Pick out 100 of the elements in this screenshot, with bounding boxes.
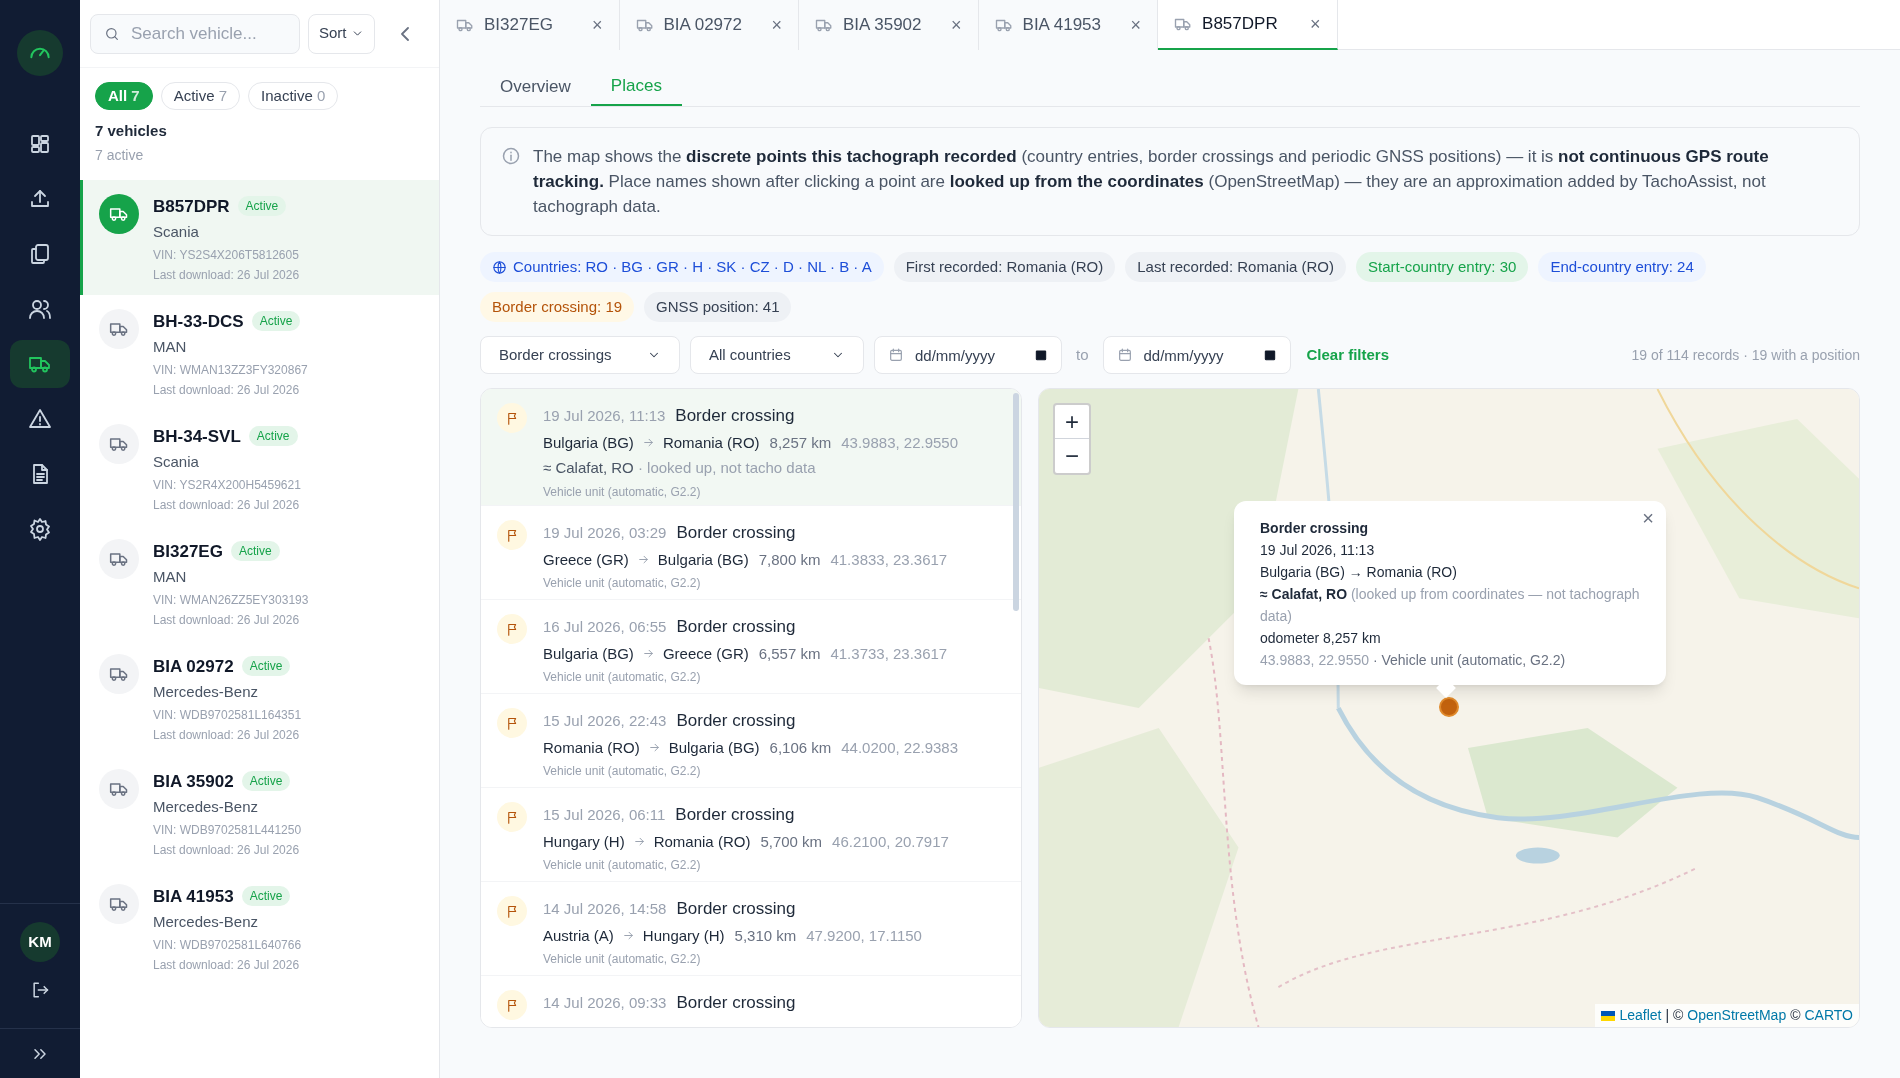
zoom-in-button[interactable]: +: [1055, 405, 1089, 439]
vehicle-list-item[interactable]: BH-34-SVL Active Scania VIN: YS2R4X200H5459621 Last download: 26 Jul 2026: [80, 409, 439, 525]
odometer: 7,800 km: [758, 549, 821, 570]
dropdown[interactable]: All countries: [690, 336, 864, 374]
vehicle-make: Scania: [153, 452, 200, 472]
info-text: The map shows the discrete points this tachograph recorded (country entries, border crossings and periodic GNSS positions) — it is not continuous GPS route tracking. Place names shown after clicking a point are looked up from the coordinates (OpenStreetMap) — they are an approximation added by TachoAssist, not tachograph data.: [533, 146, 1770, 218]
country-from: Romania (RO): [543, 737, 640, 758]
calendar-icon[interactable]: [1034, 348, 1048, 362]
vehicle-plate: B857DPR: [153, 195, 230, 218]
section-tab[interactable]: Overview: [480, 68, 591, 106]
vehicle-vin: VIN: WDB9702581L640766: [153, 936, 302, 954]
popup-time: 19 Jul 2026, 11:13: [1260, 541, 1376, 560]
last-download: Last download: 26 Jul 2026: [153, 496, 301, 514]
close-icon[interactable]: ×: [771, 11, 783, 39]
vehicle-list-item[interactable]: BI327EG Active MAN VIN: WMAN26ZZ5EY303193 Last download: 26 Jul 2026: [80, 524, 439, 640]
vehicle-plate: BI327EG: [153, 540, 223, 563]
vehicle-tab[interactable]: B857DPR ×: [1158, 0, 1338, 50]
event-time: 14 Jul 2026, 09:33: [543, 993, 667, 1013]
vehicle-list-item[interactable]: BIA 41953 Active Mercedes-Benz VIN: WDB9702581L640766 Last download: 26 Jul 2026: [80, 869, 439, 985]
coordinates: 46.2100, 20.7917: [832, 831, 949, 852]
close-icon[interactable]: ×: [951, 11, 962, 39]
vehicle-plate: BIA 41953: [153, 885, 234, 908]
flag-icon: [497, 802, 527, 832]
popup-place: ≈ Calafat, RO (looked up from coordinates — not tachograph data): [1260, 585, 1640, 626]
country-from: Bulgaria (BG): [543, 432, 634, 453]
attribution-link[interactable]: Leaflet: [1619, 1005, 1662, 1026]
event-time: 14 Jul 2026, 14:58: [543, 899, 667, 919]
summary-chip: GNSS position: 41: [644, 292, 792, 322]
calendar-icon[interactable]: [1262, 348, 1277, 362]
vehicle-plate: BIA 02972: [153, 655, 234, 678]
close-icon[interactable]: ×: [592, 11, 603, 39]
sort-button[interactable]: Sort: [308, 13, 375, 54]
odometer: 5,310 km: [734, 925, 797, 946]
close-icon[interactable]: ×: [1130, 11, 1142, 39]
dropdown[interactable]: Border crossings: [480, 336, 680, 374]
vehicle-tab[interactable]: BIA 41953 ×: [978, 0, 1159, 50]
scrollbar[interactable]: [1013, 393, 1019, 611]
user-avatar[interactable]: KM: [20, 922, 60, 962]
status-badge: Active: [237, 196, 287, 217]
summary-chip: Start-country entry: 30: [1355, 252, 1529, 282]
event-source: Vehicle unit (automatic, G2.2): [543, 951, 702, 968]
event-source: Vehicle unit (automatic, G2.2): [543, 857, 702, 874]
last-download: Last download: 26 Jul 2026: [153, 611, 301, 629]
close-button[interactable]: ×: [1642, 507, 1654, 529]
event-row[interactable]: 19 Jul 2026, 11:13 Border crossing Bulgaria (BG) Romania (RO) 8,257 km 43.9883, 22.9550 ≈ Calafat, RO · looked up, not tacho data Vehicle unit (automatic, G2.2): [481, 389, 1021, 506]
last-download: Last download: 26 Jul 2026: [153, 266, 300, 284]
attribution-link[interactable]: OpenStreetMap: [1687, 1005, 1787, 1026]
event-source: Vehicle unit (automatic, G2.2): [543, 575, 702, 592]
summary-chip: Countries: RO · BG · GR · H · SK · CZ · D · NL · B · A: [480, 252, 884, 282]
summary-chip: End-country entry: 24: [1538, 252, 1706, 282]
status-badge: Active: [248, 426, 298, 447]
country-from: Hungary (H): [543, 831, 625, 852]
filter-pill[interactable]: Inactive 0: [248, 82, 339, 110]
vehicle-list-item[interactable]: B857DPR Active Scania VIN: YS2S4X206T5812605 Last download: 26 Jul 2026: [80, 179, 439, 295]
flag-icon: [497, 403, 527, 433]
country-to: Hungary (H): [642, 925, 725, 946]
vehicle-list-item[interactable]: BIA 02972 Active Mercedes-Benz VIN: WDB9702581L164351 Last download: 26 Jul 2026: [80, 639, 439, 755]
vehicle-plate: BIA 35902: [153, 770, 234, 793]
event-time: 15 Jul 2026, 06:11: [543, 805, 666, 825]
event-title: Border crossing: [676, 898, 796, 920]
records-count: 19 of 114 records · 19 with a position: [1631, 345, 1860, 365]
search-field[interactable]: Search vehicle...: [90, 13, 300, 54]
coordinates: 47.9200, 17.1150: [806, 925, 922, 946]
vehicle-plate: BH-34-SVL: [153, 425, 241, 448]
popup-coordinates: 43.9883, 22.9550 · Vehicle unit (automatic, G2.2): [1260, 651, 1567, 670]
date-field[interactable]: dd/mm/yyyy: [874, 336, 1062, 374]
vehicle-list-item[interactable]: BIA 35902 Active Mercedes-Benz VIN: WDB9702581L441250 Last download: 26 Jul 2026: [80, 754, 439, 870]
flag-icon: [497, 896, 527, 926]
country-to: Bulgaria (BG): [657, 549, 749, 570]
status-badge: Active: [230, 541, 280, 562]
globe-icon: [492, 259, 507, 275]
zoom-out-button[interactable]: −: [1055, 439, 1089, 473]
attribution-text: | ©: [1665, 1006, 1684, 1025]
nav-item[interactable]: [10, 340, 70, 388]
logout-button[interactable]: [30, 980, 50, 1000]
vehicle-list-item[interactable]: BH-33-DCS Active MAN VIN: WMAN13ZZ3FY320867 Last download: 26 Jul 2026: [80, 294, 439, 410]
warning-icon: [28, 407, 52, 431]
coordinates: 43.9883, 22.9550: [841, 432, 959, 453]
place-name: ≈ Calafat, RO · looked up, not tacho data: [543, 458, 817, 478]
vehicle-tab[interactable]: BI327EG ×: [440, 0, 620, 50]
vehicle-tab[interactable]: BIA 35902 ×: [799, 0, 979, 50]
vehicle-vin: VIN: WDB9702581L441250: [153, 821, 302, 839]
close-icon[interactable]: ×: [1310, 10, 1321, 38]
coordinates: 41.3833, 23.3617: [830, 549, 948, 570]
event-time: 19 Jul 2026, 03:29: [543, 523, 667, 543]
vehicle-tab[interactable]: BIA 02972 ×: [619, 0, 800, 50]
vehicle-vin: VIN: WMAN26ZZ5EY303193: [153, 591, 309, 609]
last-download: Last download: 26 Jul 2026: [153, 956, 301, 974]
date-field[interactable]: dd/mm/yyyy: [1102, 336, 1291, 374]
event-source: Vehicle unit (automatic, G2.2): [543, 763, 702, 780]
event-time: 15 Jul 2026, 22:43: [543, 711, 667, 731]
attribution-link[interactable]: CARTO: [1804, 1005, 1853, 1026]
country-to: Romania (RO): [653, 831, 751, 852]
flag-icon: [497, 990, 527, 1020]
vehicle-make: MAN: [153, 567, 188, 587]
country-to: Romania (RO): [662, 432, 760, 453]
country-from: Bulgaria (BG): [543, 643, 634, 664]
collapse-button[interactable]: [400, 26, 409, 41]
summary-chip: Last recorded: Romania (RO): [1125, 252, 1346, 282]
filter-pill[interactable]: Active 7: [160, 82, 241, 110]
